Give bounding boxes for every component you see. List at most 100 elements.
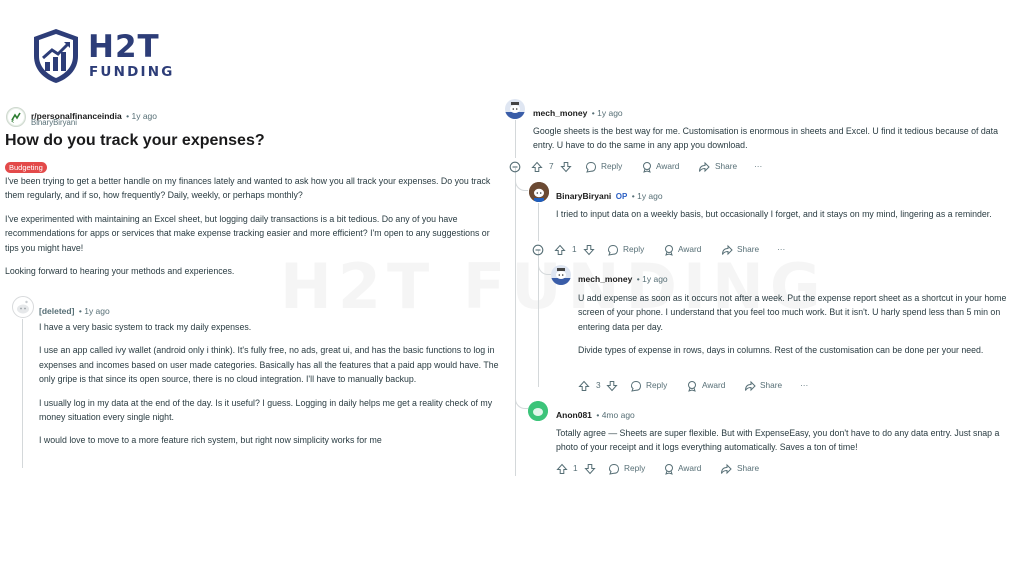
share-icon[interactable] bbox=[721, 244, 733, 256]
subreddit-avatar[interactable]: ₹ bbox=[6, 107, 26, 127]
snoo-avatar-icon bbox=[17, 300, 29, 314]
reply-button[interactable]: Reply bbox=[624, 463, 645, 473]
snoo-avatar-icon bbox=[505, 102, 525, 119]
upvote-icon[interactable] bbox=[531, 161, 543, 173]
upvote-icon[interactable] bbox=[554, 244, 566, 256]
shield-logo-icon bbox=[34, 29, 78, 83]
comment-paragraph: I usually log in my data at the end of t… bbox=[39, 397, 493, 423]
reply-icon[interactable] bbox=[608, 463, 620, 475]
post-body: I've been trying to get a better handle … bbox=[5, 174, 502, 287]
comment-actions: 3 Reply Award Share ··· bbox=[578, 380, 818, 394]
subreddit-icon: ₹ bbox=[8, 109, 24, 125]
share-button[interactable]: Share bbox=[760, 380, 782, 390]
snoo-avatar-icon bbox=[528, 401, 548, 421]
award-icon[interactable] bbox=[686, 380, 698, 392]
share-button[interactable]: Share bbox=[737, 244, 759, 254]
upvote-icon[interactable] bbox=[556, 463, 568, 475]
comment-time: • 1y ago bbox=[636, 274, 668, 284]
post-time: • 1y ago bbox=[126, 111, 158, 121]
more-options-button[interactable]: ··· bbox=[777, 244, 785, 254]
svg-text:₹: ₹ bbox=[11, 119, 14, 125]
share-button[interactable]: Share bbox=[715, 161, 737, 171]
downvote-icon[interactable] bbox=[606, 380, 618, 392]
thread-line[interactable] bbox=[538, 203, 539, 241]
award-icon[interactable] bbox=[641, 161, 653, 173]
reply-button[interactable]: Reply bbox=[601, 161, 622, 171]
comment-body: U add expense as soon as it occurs not a… bbox=[578, 291, 1014, 367]
thread-connector bbox=[515, 384, 528, 409]
comment-author[interactable]: mech_money bbox=[578, 274, 632, 284]
comment-meta: [deleted] • 1y ago bbox=[39, 301, 110, 319]
award-button[interactable]: Award bbox=[678, 244, 701, 254]
thread-line[interactable] bbox=[538, 257, 539, 387]
comment-meta: BinaryBiryani OP • 1y ago bbox=[556, 186, 663, 204]
award-button[interactable]: Award bbox=[702, 380, 725, 390]
comment-paragraph: U add expense as soon as it occurs not a… bbox=[578, 293, 1007, 332]
collapse-icon[interactable] bbox=[532, 244, 544, 256]
comment-actions: 7 Reply Award Share ··· bbox=[509, 161, 789, 175]
downvote-icon[interactable] bbox=[584, 463, 596, 475]
comment-paragraph: I use an app called ivy wallet (android … bbox=[39, 345, 499, 385]
user-avatar[interactable] bbox=[505, 99, 525, 119]
comment-paragraph: I would love to move to a more feature r… bbox=[39, 435, 382, 446]
post-title[interactable]: How do you track your expenses? bbox=[5, 132, 265, 150]
comment-time: • 1y ago bbox=[631, 191, 663, 201]
comment-author: [deleted] bbox=[39, 306, 75, 316]
deleted-user-avatar bbox=[12, 296, 34, 318]
comment-paragraph: I have a very basic system to track my d… bbox=[39, 322, 252, 332]
comment-meta: mech_money • 1y ago bbox=[578, 269, 668, 287]
reply-button[interactable]: Reply bbox=[623, 244, 644, 254]
thread-line[interactable] bbox=[22, 319, 23, 468]
brand-name: H2T bbox=[88, 29, 160, 65]
brand-subname: FUNDING bbox=[89, 64, 175, 80]
brand-logo: H2T FUNDING bbox=[32, 28, 182, 86]
thread-line[interactable] bbox=[515, 120, 516, 158]
share-button[interactable]: Share bbox=[737, 463, 759, 473]
snoo-avatar-icon bbox=[529, 182, 549, 202]
collapse-icon[interactable] bbox=[509, 161, 521, 173]
comment-body: Google sheets is the best way for me. Cu… bbox=[533, 126, 999, 151]
post-author[interactable]: BinaryBiryani bbox=[31, 118, 77, 127]
comment-body: Totally agree — Sheets are super flexibl… bbox=[556, 428, 1000, 453]
comment-author[interactable]: mech_money bbox=[533, 108, 587, 118]
reply-icon[interactable] bbox=[607, 244, 619, 256]
vote-count: 1 bbox=[572, 244, 577, 254]
comment-author[interactable]: BinaryBiryani bbox=[556, 191, 611, 201]
comment-meta: Anon081 • 4mo ago bbox=[556, 405, 635, 423]
post-flair[interactable]: Budgeting bbox=[5, 162, 47, 173]
post-paragraph: Looking forward to hearing your methods … bbox=[5, 266, 235, 277]
post-paragraph: I've experimented with maintaining an Ex… bbox=[5, 213, 490, 253]
user-avatar[interactable] bbox=[529, 182, 549, 202]
comment-body: I have a very basic system to track my d… bbox=[39, 320, 503, 457]
vote-count: 3 bbox=[596, 380, 601, 390]
user-avatar[interactable] bbox=[551, 265, 571, 285]
reply-button[interactable]: Reply bbox=[646, 380, 667, 390]
thread-line[interactable] bbox=[515, 176, 516, 476]
op-badge: OP bbox=[615, 192, 628, 201]
share-icon[interactable] bbox=[698, 161, 710, 173]
comment-time: • 1y ago bbox=[591, 108, 623, 118]
reply-icon[interactable] bbox=[585, 161, 597, 173]
comment-time: • 4mo ago bbox=[596, 410, 635, 420]
upvote-icon[interactable] bbox=[578, 380, 590, 392]
comment-author[interactable]: Anon081 bbox=[556, 410, 592, 420]
comment-paragraph: Divide types of expense in rows, days in… bbox=[578, 345, 984, 356]
share-icon[interactable] bbox=[744, 380, 756, 392]
share-icon[interactable] bbox=[720, 463, 732, 475]
more-options-button[interactable]: ··· bbox=[754, 161, 762, 171]
downvote-icon[interactable] bbox=[560, 161, 572, 173]
award-button[interactable]: Award bbox=[678, 463, 701, 473]
user-avatar[interactable] bbox=[528, 401, 548, 421]
post-paragraph: I've been trying to get a better handle … bbox=[5, 176, 491, 201]
comment-actions: 1 Reply Award Share ··· bbox=[532, 244, 812, 258]
comment-time: • 1y ago bbox=[78, 306, 110, 316]
snoo-avatar-icon bbox=[551, 268, 571, 285]
award-icon[interactable] bbox=[663, 244, 675, 256]
award-button[interactable]: Award bbox=[656, 161, 679, 171]
more-options-button[interactable]: ··· bbox=[800, 380, 808, 390]
award-icon[interactable] bbox=[663, 463, 675, 475]
vote-count: 7 bbox=[549, 161, 554, 171]
comment-body: I tried to input data on a weekly basis,… bbox=[556, 209, 992, 219]
reply-icon[interactable] bbox=[630, 380, 642, 392]
downvote-icon[interactable] bbox=[583, 244, 595, 256]
